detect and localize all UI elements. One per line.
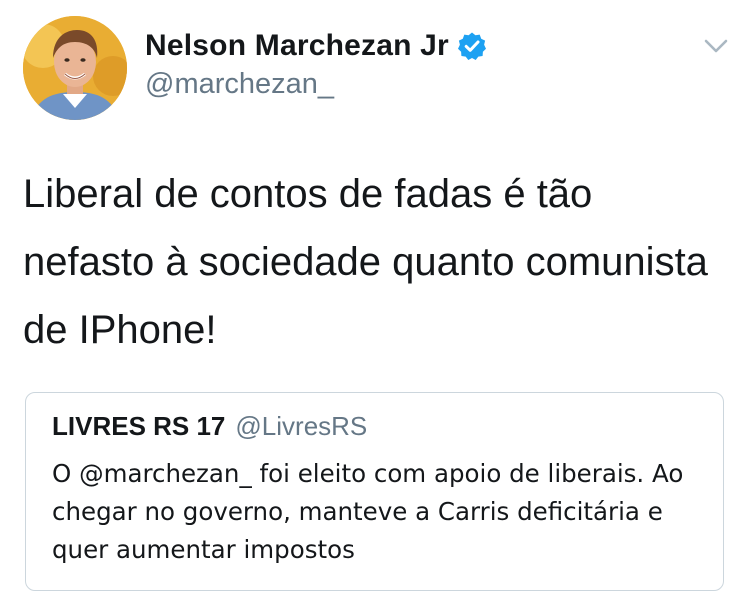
tweet: Nelson Marchezan Jr @marchezan_ Liberal … (0, 0, 750, 613)
quoted-tweet-header: LIVRES RS 17 @LivresRS (52, 411, 367, 442)
author-display-name[interactable]: Nelson Marchezan Jr (145, 29, 449, 63)
quoted-tweet-text: O @marchezan_ foi eleito com apoio de li… (52, 459, 684, 564)
tweet-text: Liberal de contos de fadas é tão nefasto… (23, 172, 708, 352)
quoted-tweet-display-name: LIVRES RS 17 (52, 411, 226, 441)
quoted-tweet-card[interactable]: LIVRES RS 17 @LivresRS O @marchezan_ foi… (25, 392, 724, 591)
author-handle[interactable]: @marchezan_ (145, 68, 334, 101)
author-avatar[interactable] (23, 16, 127, 120)
author-name-row: Nelson Marchezan Jr (145, 28, 487, 64)
quoted-tweet-handle: @LivresRS (235, 411, 368, 441)
chevron-down-icon[interactable] (702, 34, 730, 58)
profile-photo (23, 16, 127, 120)
verified-badge-icon (457, 31, 487, 61)
